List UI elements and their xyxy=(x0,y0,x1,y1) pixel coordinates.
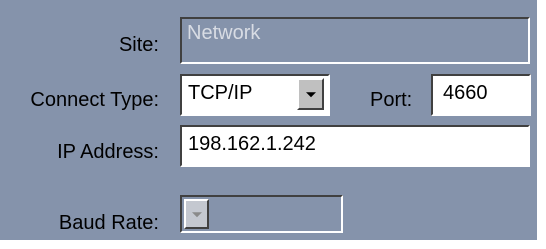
chevron-down-icon xyxy=(191,212,202,218)
ip-address-label: IP Address: xyxy=(57,141,159,163)
connect-type-dropdown-button[interactable] xyxy=(297,78,324,110)
baud-rate-label: Baud Rate: xyxy=(58,212,159,234)
port-input[interactable]: 4660 xyxy=(431,74,531,116)
connection-settings-panel: Site: Network Connect Type: TCP/IP Port:… xyxy=(0,0,539,242)
ip-address-input[interactable]: 198.162.1.242 xyxy=(180,125,530,167)
port-label: Port: xyxy=(370,89,413,111)
site-label: Site: xyxy=(118,34,159,56)
connect-type-value: TCP/IP xyxy=(188,82,253,104)
baud-rate-dropdown-button xyxy=(184,199,209,229)
connect-type-label: Connect Type: xyxy=(30,89,159,111)
chevron-down-icon xyxy=(305,92,316,98)
site-field: Network xyxy=(180,17,530,64)
